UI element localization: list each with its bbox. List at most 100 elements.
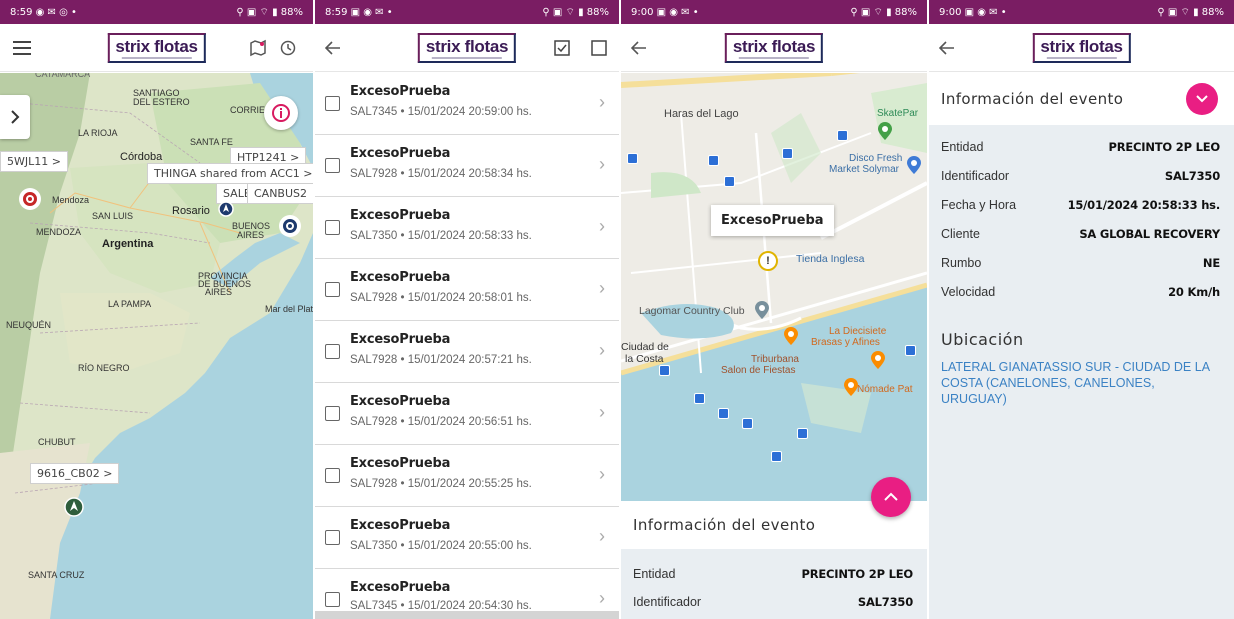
back-arrow-icon[interactable]: [935, 36, 959, 60]
event-detail: SAL7928 • 15/01/2024 20:56:51 hs.: [350, 416, 532, 428]
list-item[interactable]: ExcesoPrueba SAL7345 • 15/01/2024 20:59:…: [315, 73, 619, 135]
event-name: ExcesoPrueba: [350, 332, 451, 347]
brand-name: strix flotas: [1040, 36, 1123, 56]
panel-title: Información del evento: [941, 90, 1124, 108]
brand-name: strix flotas: [425, 36, 509, 56]
info-row: Identificador SAL7350: [941, 166, 1220, 186]
unit-label[interactable]: 9616_CB02 >: [30, 463, 120, 484]
brand-logo: strix flotas: [417, 33, 517, 63]
app-bar: strix flotas: [315, 24, 619, 72]
chevron-right-icon: ›: [599, 588, 605, 608]
route-map-icon[interactable]: [246, 36, 270, 60]
select-all-checkbox-icon[interactable]: [550, 36, 574, 60]
chevron-right-icon: ›: [599, 92, 605, 112]
list-item[interactable]: ExcesoPrueba SAL7928 • 15/01/2024 20:58:…: [315, 259, 619, 321]
list-item[interactable]: ExcesoPrueba SAL7928 • 15/01/2024 20:56:…: [315, 383, 619, 445]
list-item[interactable]: ExcesoPrueba SAL7928 • 15/01/2024 20:58:…: [315, 135, 619, 197]
status-time: 8:59 ▣ ◉ ✉ •: [325, 6, 393, 18]
status-bar: 8:59 ▣ ◉ ✉ • ⚲ ▣ ⌔ ▮ 88%: [315, 0, 619, 24]
list-item[interactable]: ExcesoPrueba SAL7350 • 15/01/2024 20:58:…: [315, 197, 619, 259]
event-name: ExcesoPrueba: [350, 146, 451, 161]
location-title: Ubicación: [941, 330, 1024, 349]
info-key: Fecha y Hora: [941, 198, 1017, 212]
info-value: NE: [1202, 256, 1220, 270]
horizontal-scrollbar[interactable]: [315, 611, 619, 619]
info-row: Identificador SAL7350: [633, 592, 913, 612]
vehicle-marker[interactable]: [279, 215, 301, 237]
event-alert-icon[interactable]: !: [758, 251, 778, 271]
status-time: 9:00 ▣ ◉ ✉ •: [631, 6, 699, 18]
info-row: Fecha y Hora 15/01/2024 20:58:33 hs.: [941, 195, 1220, 215]
unit-label[interactable]: 5WJL11 >: [0, 151, 68, 172]
brand-name: strix flotas: [115, 36, 198, 56]
info-value: 15/01/2024 20:58:33 hs.: [1067, 198, 1221, 212]
status-bar: 9:00 ▣ ◉ ✉ • ⚲ ▣ ⌔ ▮ 88%: [929, 0, 1234, 24]
info-button[interactable]: [264, 96, 298, 130]
status-bar: 9:00 ▣ ◉ ✉ • ⚲ ▣ ⌔ ▮ 88%: [621, 0, 927, 24]
back-arrow-icon[interactable]: [627, 36, 651, 60]
info-value: 20 Km/h: [1168, 285, 1220, 299]
info-key: Identificador: [633, 595, 702, 609]
event-callout: ExcesoPrueba: [711, 205, 834, 236]
info-row: Rumbo NE: [941, 253, 1220, 273]
collapse-panel-button[interactable]: [1186, 83, 1218, 115]
event-checkbox[interactable]: [325, 282, 340, 297]
location-address[interactable]: LATERAL GIANATASSIO SUR - CIUDAD DE LA C…: [941, 359, 1214, 407]
event-name: ExcesoPrueba: [350, 208, 451, 223]
status-time: 8:59 ◉ ✉ ◎ •: [10, 6, 77, 18]
app-bar: strix flotas: [0, 24, 313, 72]
app-bar: strix flotas: [929, 24, 1234, 72]
event-detail: SAL7928 • 15/01/2024 20:58:34 hs.: [350, 168, 532, 180]
screen-event-info: 9:00 ▣ ◉ ✉ • ⚲ ▣ ⌔ ▮ 88% strix flotas In…: [929, 0, 1234, 619]
events-list: ExcesoPrueba SAL7345 • 15/01/2024 20:59:…: [315, 73, 619, 619]
side-panel-toggle[interactable]: [0, 95, 30, 139]
bus-stop-icon: [718, 408, 729, 419]
list-item[interactable]: ExcesoPrueba SAL7928 • 15/01/2024 20:55:…: [315, 445, 619, 507]
event-name: ExcesoPrueba: [350, 518, 451, 533]
event-checkbox[interactable]: [325, 530, 340, 545]
brand-logo: strix flotas: [724, 33, 824, 63]
chevron-right-icon: ›: [599, 216, 605, 236]
bus-stop-icon: [724, 176, 735, 187]
brand-logo: strix flotas: [1032, 33, 1131, 63]
event-checkbox[interactable]: [325, 406, 340, 421]
unit-label[interactable]: THINGA shared from ACC1 >: [147, 163, 313, 184]
chevron-right-icon: ›: [599, 464, 605, 484]
event-checkbox[interactable]: [325, 592, 340, 607]
fleet-map[interactable]: CATAMARCA SANTIAGO DEL ESTERO LA RIOJA C…: [0, 73, 313, 619]
event-name: ExcesoPrueba: [350, 84, 451, 99]
poi-marker: [754, 300, 770, 325]
event-checkbox[interactable]: [325, 344, 340, 359]
info-key: Cliente: [941, 227, 980, 241]
vehicle-direction-marker[interactable]: [218, 201, 234, 222]
menu-icon[interactable]: [10, 36, 34, 60]
list-item[interactable]: ExcesoPrueba SAL7350 • 15/01/2024 20:55:…: [315, 507, 619, 569]
poi-marker: [783, 326, 799, 351]
vehicle-marker[interactable]: [19, 188, 41, 210]
event-checkbox[interactable]: [325, 158, 340, 173]
app-bar: strix flotas: [621, 24, 927, 72]
event-checkbox[interactable]: [325, 96, 340, 111]
screen-fleet-map: 8:59 ◉ ✉ ◎ • ⚲ ▣ ⌔ ▮ 88% strix flotas CA…: [0, 0, 313, 619]
poi-marker: [877, 121, 893, 146]
bus-stop-icon: [659, 365, 670, 376]
status-bar: 8:59 ◉ ✉ ◎ • ⚲ ▣ ⌔ ▮ 88%: [0, 0, 313, 24]
poi-marker: [906, 155, 922, 180]
event-map[interactable]: Haras del Lago SkatePar Disco Fresh Mark…: [621, 73, 927, 501]
event-checkbox[interactable]: [325, 220, 340, 235]
event-checkbox[interactable]: [325, 468, 340, 483]
event-info-panel: Información del evento Entidad PRECINTO …: [621, 501, 927, 619]
deselect-all-checkbox-icon[interactable]: [587, 36, 611, 60]
info-key: Entidad: [633, 567, 676, 581]
expand-panel-button[interactable]: [871, 477, 911, 517]
history-icon[interactable]: [276, 36, 300, 60]
chevron-right-icon: ›: [599, 402, 605, 422]
event-detail: SAL7928 • 15/01/2024 20:57:21 hs.: [350, 354, 532, 366]
list-item[interactable]: ExcesoPrueba SAL7928 • 15/01/2024 20:57:…: [315, 321, 619, 383]
back-arrow-icon[interactable]: [321, 36, 345, 60]
info-row: Cliente SA GLOBAL RECOVERY: [941, 224, 1220, 244]
info-row: Entidad PRECINTO 2P LEO: [633, 564, 913, 584]
vehicle-direction-marker[interactable]: [64, 497, 84, 522]
unit-label[interactable]: CANBUS2: [247, 183, 313, 204]
event-name: ExcesoPrueba: [350, 394, 451, 409]
